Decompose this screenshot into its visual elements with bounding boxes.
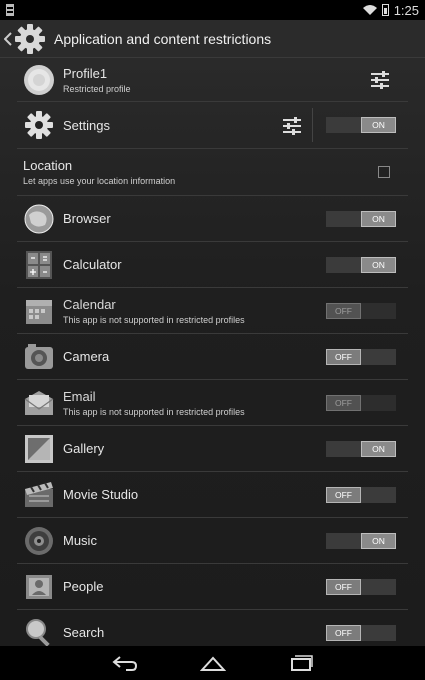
location-row[interactable]: Location Let apps use your location info…: [17, 149, 408, 196]
app-toggle: OFF: [326, 395, 396, 411]
app-toggle[interactable]: ON: [326, 257, 396, 273]
app-row-people[interactable]: People OFF: [17, 564, 408, 610]
music-icon: [25, 526, 53, 555]
toggle-label: OFF: [326, 487, 361, 503]
app-toggle[interactable]: ON: [326, 441, 396, 457]
toggle-label: ON: [361, 441, 396, 457]
app-toggle[interactable]: OFF: [326, 487, 396, 503]
app-row-movie-studio[interactable]: Movie Studio OFF: [17, 472, 408, 518]
app-row-gallery[interactable]: Gallery ON: [17, 426, 408, 472]
app-toggle[interactable]: OFF: [326, 349, 396, 365]
profile-row[interactable]: Profile1 Restricted profile: [17, 58, 408, 102]
avatar: [24, 64, 54, 95]
back-nav-button[interactable]: [111, 654, 138, 672]
divider: [312, 108, 313, 142]
toggle-label: ON: [361, 117, 396, 133]
profile-settings-icon[interactable]: [370, 71, 390, 89]
app-row-browser[interactable]: Browser ON: [17, 196, 408, 242]
calendar-icon: [26, 299, 52, 324]
browser-icon: [24, 204, 54, 233]
toggle-label: ON: [361, 533, 396, 549]
toggle-label: OFF: [326, 303, 361, 319]
toggle-label: OFF: [326, 625, 361, 641]
email-icon: [24, 390, 54, 415]
app-row-music[interactable]: Music ON: [17, 518, 408, 564]
location-subtitle: Let apps use your location information: [23, 176, 176, 186]
battery-icon: [381, 4, 389, 16]
recents-nav-button[interactable]: [288, 654, 314, 672]
recents-icon: [290, 655, 313, 671]
status-icons: 1:25: [362, 2, 419, 18]
toggle-label: OFF: [326, 349, 361, 365]
home-nav-button[interactable]: [199, 654, 226, 672]
calculator-icon: [26, 250, 52, 279]
movie-studio-icon: [25, 481, 53, 507]
settings-row[interactable]: Settings ON: [17, 102, 408, 149]
toggle-label: ON: [361, 257, 396, 273]
settings-gear-icon: [25, 111, 53, 139]
app-toggle[interactable]: OFF: [326, 625, 396, 641]
app-toggle[interactable]: ON: [326, 533, 396, 549]
app-row-search[interactable]: Search OFF: [17, 610, 408, 646]
page-title: Application and content restrictions: [54, 30, 272, 47]
status-bar: 1:25: [0, 0, 425, 20]
chevron-left-icon: [4, 31, 12, 46]
app-toggle: OFF: [326, 303, 396, 319]
settings-sliders-icon[interactable]: [282, 117, 302, 135]
profile-name: Profile1: [63, 65, 108, 81]
app-row-calculator[interactable]: Calculator ON: [17, 242, 408, 288]
back-arrow-icon: [111, 656, 137, 671]
wifi-icon: [362, 5, 377, 15]
restrictions-list: Profile1 Restricted profile Settings ON …: [0, 58, 425, 646]
camera-icon: [25, 343, 53, 369]
action-bar: Application and content restrictions: [0, 20, 425, 58]
gallery-icon: [25, 434, 53, 463]
app-toggle[interactable]: OFF: [326, 579, 396, 595]
back-button[interactable]: [2, 29, 14, 49]
people-icon: [26, 574, 52, 599]
app-row-email[interactable]: Email This app is not supported in restri…: [17, 380, 408, 426]
app-row-camera[interactable]: Camera OFF: [17, 334, 408, 380]
home-icon: [199, 656, 226, 671]
navigation-bar: [0, 646, 425, 680]
gear-icon[interactable]: [14, 23, 46, 55]
location-title: Location: [23, 158, 73, 173]
location-checkbox[interactable]: [378, 166, 390, 178]
settings-toggle[interactable]: ON: [326, 117, 396, 133]
search-icon: [26, 618, 50, 646]
app-row-calendar[interactable]: Calendar This app is not supported in res…: [17, 288, 408, 334]
status-time: 1:25: [393, 2, 419, 18]
app-toggle[interactable]: ON: [326, 211, 396, 227]
notification-icon: [6, 4, 14, 16]
profile-subtitle: Restricted profile: [63, 83, 131, 94]
toggle-label: OFF: [326, 395, 361, 411]
toggle-label: ON: [361, 211, 396, 227]
toggle-label: OFF: [326, 579, 361, 595]
